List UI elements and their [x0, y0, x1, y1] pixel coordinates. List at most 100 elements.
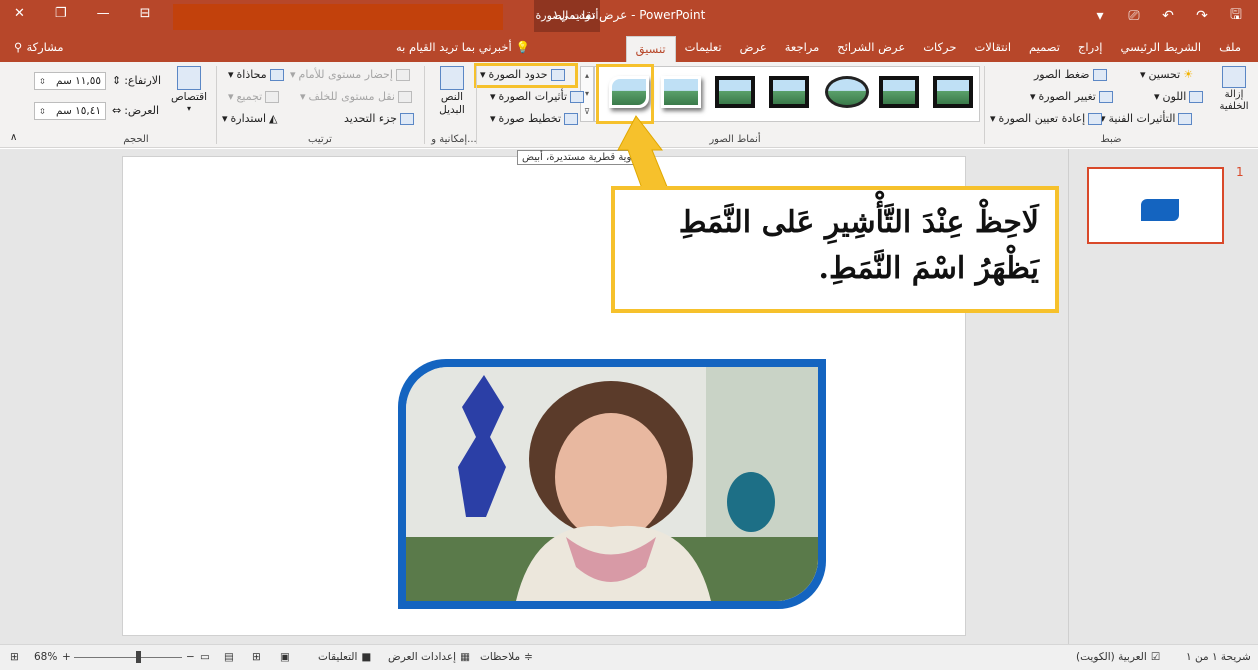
group-label-adjust: ضبط: [1100, 134, 1122, 145]
zoom-level[interactable]: 68%: [34, 651, 57, 663]
start-from-beginning-icon[interactable]: ⎚: [1124, 6, 1144, 26]
remove-background-icon: [1222, 66, 1246, 88]
spinner-icon: ⇳: [39, 76, 46, 86]
style-thumb[interactable]: [715, 76, 755, 108]
thumbnail-picture: [1141, 199, 1179, 221]
picture-effects-button[interactable]: تأثيرات الصورة ▾: [490, 90, 585, 103]
display-settings-button[interactable]: إعدادات العرض ▦: [388, 651, 470, 663]
comments-button[interactable]: التعليقات ■: [318, 651, 371, 663]
tab-help[interactable]: تعليمات: [676, 32, 731, 62]
normal-view-icon[interactable]: ▣: [280, 651, 290, 663]
selection-pane-button[interactable]: جزء التحديد: [344, 112, 414, 125]
crop-icon: [177, 66, 201, 90]
style-thumb[interactable]: [879, 76, 919, 108]
customize-qat-icon[interactable]: ▾: [1090, 6, 1110, 26]
reset-picture-icon: [1088, 112, 1103, 125]
zoom-out-icon[interactable]: −: [186, 651, 195, 663]
group-label-arrange: ترتيب: [308, 134, 332, 145]
slide-thumbnail[interactable]: [1087, 167, 1224, 244]
color-icon: [1189, 90, 1204, 103]
alt-text-button[interactable]: النص البديل: [432, 66, 472, 117]
group-button[interactable]: تجميع ▾: [228, 90, 280, 103]
send-backward-button[interactable]: نقل مستوى للخلف ▾: [300, 90, 412, 103]
rotate-icon: ◭: [269, 112, 278, 125]
group-label-accessibility: إمكانية و...: [431, 134, 477, 145]
bring-forward-button[interactable]: إحضار مستوى للأمام ▾: [290, 68, 410, 81]
width-icon: ⇔: [112, 104, 122, 117]
tab-file[interactable]: ملف: [1210, 32, 1250, 62]
sun-icon: ☀: [1183, 68, 1194, 81]
bring-forward-icon: [395, 68, 410, 81]
change-picture-icon: [1098, 90, 1113, 103]
undo-icon[interactable]: ↶: [1158, 6, 1178, 26]
proofing-icon: ☑: [1150, 651, 1161, 663]
comment-icon: ■: [361, 651, 372, 663]
corrections-button[interactable]: ☀ تحسين ▾: [1140, 68, 1193, 81]
tab-review[interactable]: مراجعة: [776, 32, 829, 62]
tab-home[interactable]: الشريط الرئيسي: [1111, 32, 1210, 62]
close-icon[interactable]: ✕: [14, 6, 25, 21]
style-thumb[interactable]: [825, 76, 869, 108]
zoom-slider-knob[interactable]: [136, 651, 141, 663]
send-backward-icon: [397, 90, 412, 103]
rotate-button[interactable]: ◭ استدارة ▾: [222, 112, 278, 125]
ribbon-display-icon[interactable]: ⊟: [140, 6, 151, 21]
tab-transitions[interactable]: انتقالات: [965, 32, 1020, 62]
restore-icon[interactable]: ❐: [55, 6, 67, 21]
callout-line-1: لَاحِظْ عِنْدَ التَّأْشِيرِ عَلى النَّمَ…: [678, 205, 1039, 240]
slide-sorter-icon[interactable]: ⊞: [252, 651, 261, 663]
tab-design[interactable]: تصميم: [1020, 32, 1069, 62]
selected-picture[interactable]: [398, 359, 826, 609]
slideshow-view-icon[interactable]: ▭: [200, 651, 210, 663]
portrait-photo: [406, 367, 818, 601]
style-thumb[interactable]: [933, 76, 973, 108]
redo-icon[interactable]: ↷: [1192, 6, 1212, 26]
zoom-in-icon[interactable]: +: [62, 651, 71, 663]
tell-me-search[interactable]: أخبرني بما تريد القيام به 💡: [396, 40, 530, 54]
slide-counter: شريحة ١ من ١: [1186, 651, 1251, 663]
document-title: عرض تقديمي١ - PowerPoint: [552, 8, 706, 22]
minimize-icon[interactable]: —: [97, 6, 110, 21]
remove-background-button[interactable]: إزالة الخلفية: [1213, 66, 1255, 113]
collapse-ribbon-icon[interactable]: ∧: [10, 132, 17, 143]
align-button[interactable]: محاذاة ▾: [228, 68, 284, 81]
change-picture-button[interactable]: تغيير الصورة ▾: [1030, 90, 1113, 103]
picture-effects-icon: [570, 90, 585, 103]
crop-button[interactable]: اقتصاص ▾: [168, 66, 210, 113]
picture-layout-button[interactable]: تخطيط صورة ▾: [490, 112, 579, 125]
tab-slideshow[interactable]: عرض الشرائح: [828, 32, 914, 62]
save-icon[interactable]: 🖫: [1226, 6, 1246, 26]
style-thumb[interactable]: [769, 76, 809, 108]
color-button[interactable]: اللون ▾: [1154, 90, 1204, 103]
window-controls: ✕ ❐ — ⊟: [14, 6, 150, 21]
align-icon: [269, 68, 284, 81]
compress-pictures-button[interactable]: ضغط الصور: [1034, 68, 1107, 81]
reading-view-icon[interactable]: ▤: [224, 651, 234, 663]
reset-picture-button[interactable]: إعادة تعيين الصورة ▾: [990, 112, 1103, 125]
lightbulb-icon: 💡: [515, 40, 530, 54]
artistic-effects-button[interactable]: التأثيرات الفنية ▾: [1100, 112, 1193, 125]
ribbon-tabs: ⚲ مشاركة أخبرني بما تريد القيام به 💡 ملف…: [0, 32, 1258, 62]
width-input[interactable]: ١٥,٤١ سم ⇳: [34, 102, 106, 120]
tab-animations[interactable]: حركات: [914, 32, 965, 62]
tab-format[interactable]: تنسيق: [625, 36, 676, 62]
width-label: العرض: ⇔: [112, 104, 160, 117]
share-button[interactable]: ⚲ مشاركة: [14, 40, 64, 54]
tab-insert[interactable]: إدراج: [1069, 32, 1112, 62]
notes-icon: ≑: [524, 651, 533, 663]
height-input[interactable]: ١١,٥٥ سم ⇳: [34, 72, 106, 90]
instruction-callout: لَاحِظْ عِنْدَ التَّأْشِيرِ عَلى النَّمَ…: [611, 186, 1059, 313]
style-thumb[interactable]: [661, 76, 701, 108]
height-icon: ⇕: [112, 74, 122, 87]
callout-line-2: يَظْهَرُ اسْمَ النَّمَطِ.: [818, 251, 1039, 286]
notes-button[interactable]: ملاحظات ≑: [480, 651, 533, 663]
status-bar: ⊞ 68% + − ▭ ▤ ⊞ ▣ التعليقات ■ إعدادات الع…: [0, 644, 1258, 670]
fit-slide-icon[interactable]: ⊞: [10, 651, 19, 663]
artistic-effects-icon: [1178, 112, 1193, 125]
quick-access-toolbar: 🖫 ↷ ↶ ⎚ ▾: [1090, 6, 1246, 26]
picture-layout-icon: [564, 112, 579, 125]
person-icon: ⚲: [14, 40, 23, 54]
language-indicator[interactable]: العربية (الكويت) ☑: [1076, 651, 1160, 663]
tab-view[interactable]: عرض: [731, 32, 776, 62]
zoom-slider[interactable]: [74, 657, 182, 658]
